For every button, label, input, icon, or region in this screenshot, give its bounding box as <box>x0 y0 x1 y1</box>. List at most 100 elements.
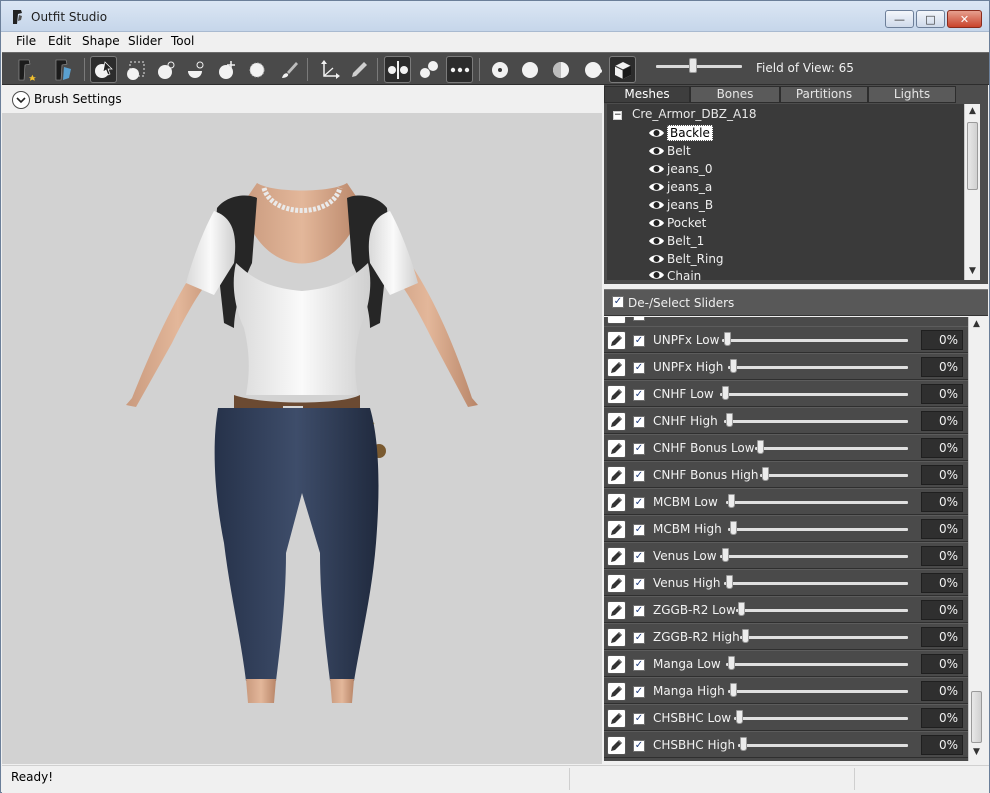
mesh-item[interactable]: Belt <box>648 143 691 159</box>
slider-track[interactable] <box>740 636 908 639</box>
deflate-brush-button[interactable] <box>182 56 209 83</box>
slider-value-field[interactable]: 0% <box>921 519 963 539</box>
slider-thumb[interactable] <box>722 386 729 400</box>
slider-track[interactable] <box>724 582 908 585</box>
fov-slider-thumb[interactable] <box>689 58 697 73</box>
mesh-item[interactable]: jeans_a <box>648 179 712 195</box>
slider-value-field[interactable]: 0% <box>921 681 963 701</box>
slider-checkbox[interactable]: ✓ <box>633 740 645 752</box>
edit-slider-button[interactable] <box>607 493 626 512</box>
3d-viewport[interactable] <box>2 113 602 764</box>
transform-tool-button[interactable] <box>315 56 342 83</box>
slider-thumb[interactable] <box>742 629 749 643</box>
eye-icon[interactable] <box>648 163 665 175</box>
eye-icon[interactable] <box>648 127 665 139</box>
slider-checkbox[interactable]: ✓ <box>633 605 645 617</box>
slider-value-field[interactable]: 0% <box>921 573 963 593</box>
slider-value-field[interactable]: 0% <box>921 492 963 512</box>
eye-icon[interactable] <box>648 217 665 229</box>
mask-brush-button[interactable] <box>122 56 149 83</box>
slider-value-field[interactable]: 0% <box>921 384 963 404</box>
mesh-item[interactable]: Belt_1 <box>648 233 704 249</box>
slider-value-field[interactable]: 0% <box>921 330 963 350</box>
edit-slider-button[interactable] <box>607 358 626 377</box>
slider-value-field[interactable]: 0% <box>921 708 963 728</box>
slider-value-field[interactable]: 0% <box>921 546 963 566</box>
mesh-tree-scrollbar[interactable]: ▲ ▼ <box>964 104 980 280</box>
edit-slider-button[interactable] <box>607 736 626 755</box>
slider-track[interactable] <box>738 744 908 747</box>
edit-slider-button[interactable] <box>607 331 626 350</box>
menu-file[interactable]: File <box>16 34 36 48</box>
edit-slider-button[interactable] <box>607 385 626 404</box>
slider-track[interactable] <box>728 366 908 369</box>
scroll-down-icon[interactable]: ▼ <box>971 747 982 757</box>
edit-slider-button[interactable] <box>607 317 626 324</box>
slider-value-field[interactable]: 0% <box>921 654 963 674</box>
slider-track[interactable] <box>720 555 908 558</box>
slider-checkbox[interactable]: ✓ <box>633 632 645 644</box>
slider-track[interactable] <box>722 339 908 342</box>
slider-checkbox[interactable]: ✓ <box>633 470 645 482</box>
scroll-thumb[interactable] <box>967 122 978 190</box>
mesh-item[interactable]: Backle <box>648 125 713 141</box>
eye-icon[interactable] <box>648 269 665 280</box>
move-brush-button[interactable] <box>213 56 240 83</box>
inflate-brush-button[interactable] <box>152 56 179 83</box>
slider-track[interactable] <box>728 690 908 693</box>
slider-thumb[interactable] <box>724 332 731 346</box>
shading-option-1-button[interactable] <box>486 56 513 83</box>
tab-lights[interactable]: Lights <box>868 86 956 103</box>
menu-slider[interactable]: Slider <box>128 34 162 48</box>
slider-thumb[interactable] <box>726 413 733 427</box>
tree-collapse-toggle[interactable]: − <box>613 111 622 120</box>
mesh-item[interactable]: jeans_B <box>648 197 713 213</box>
tab-bones[interactable]: Bones <box>690 86 780 103</box>
pen-tool-button[interactable] <box>345 56 372 83</box>
mesh-item[interactable]: Chain <box>648 269 701 280</box>
scroll-up-icon[interactable]: ▲ <box>967 106 978 116</box>
tree-root-label[interactable]: Cre_Armor_DBZ_A18 <box>632 107 757 121</box>
slider-thumb[interactable] <box>728 656 735 670</box>
slider-thumb[interactable] <box>730 521 737 535</box>
slider-checkbox[interactable]: ✓ <box>633 713 645 725</box>
slider-value-field[interactable]: 0% <box>921 438 963 458</box>
menu-edit[interactable]: Edit <box>48 34 71 48</box>
slider-track[interactable] <box>760 474 908 477</box>
mesh-item[interactable]: Belt_Ring <box>648 251 724 267</box>
slider-value-field[interactable]: 0% <box>921 735 963 755</box>
shading-option-4-button[interactable] <box>579 56 606 83</box>
mesh-item[interactable]: jeans_0 <box>648 161 713 177</box>
slider-value-field[interactable]: 0% <box>921 357 963 377</box>
slider-thumb[interactable] <box>740 737 747 751</box>
edit-slider-button[interactable] <box>607 682 626 701</box>
new-project-button[interactable] <box>12 56 39 83</box>
slider-checkbox[interactable]: ✓ <box>633 416 645 428</box>
menu-tool[interactable]: Tool <box>171 34 194 48</box>
brush-settings-toggle[interactable] <box>12 91 30 109</box>
select-all-sliders-checkbox[interactable]: ✓ <box>612 296 624 308</box>
edit-slider-button[interactable] <box>607 547 626 566</box>
close-button[interactable]: ✕ <box>947 10 982 28</box>
slider-checkbox[interactable]: ✓ <box>633 551 645 563</box>
slider-value-field[interactable]: 0% <box>921 465 963 485</box>
slider-checkbox[interactable]: ✓ <box>633 686 645 698</box>
slider-thumb[interactable] <box>736 710 743 724</box>
minimize-button[interactable]: — <box>885 10 914 28</box>
maximize-button[interactable]: □ <box>916 10 945 28</box>
eye-icon[interactable] <box>648 199 665 211</box>
eye-icon[interactable] <box>648 181 665 193</box>
fov-slider-track[interactable] <box>656 65 742 68</box>
edit-slider-button[interactable] <box>607 628 626 647</box>
mesh-item[interactable]: Pocket <box>648 215 706 231</box>
edit-slider-button[interactable] <box>607 709 626 728</box>
global-brush-button[interactable] <box>446 56 473 83</box>
edit-slider-button[interactable] <box>607 466 626 485</box>
smooth-brush-button[interactable] <box>243 56 270 83</box>
slider-track[interactable] <box>728 528 908 531</box>
slider-value-field[interactable]: 0% <box>921 600 963 620</box>
slider-thumb[interactable] <box>757 440 764 454</box>
menu-shape[interactable]: Shape <box>82 34 120 48</box>
slider-thumb[interactable] <box>730 359 737 373</box>
slider-track[interactable] <box>734 717 908 720</box>
